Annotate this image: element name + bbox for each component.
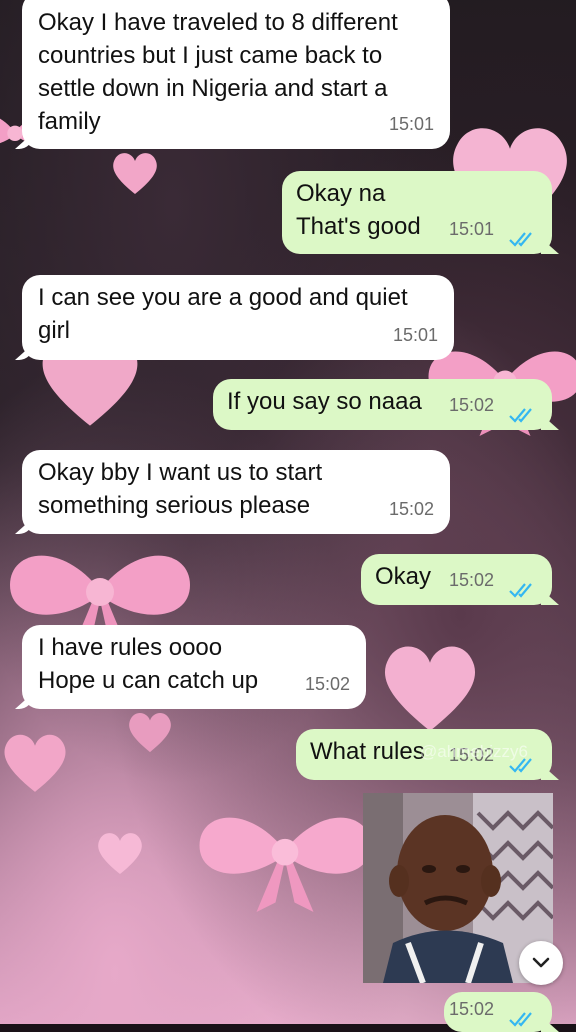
message-time: 15:02 [448,570,494,590]
message-text: Okay bby I want us to start something se… [38,459,323,519]
scroll-to-bottom-button[interactable] [519,941,563,985]
message-text: I can see you are a good and quiet girl [38,284,408,344]
message-time: 15:02 [304,674,350,694]
message-time: 15:01 [448,219,494,239]
heart-decoration [4,734,66,792]
double-check-icon [509,583,532,598]
heart-decoration [113,153,157,194]
message-bubble-outgoing[interactable]: If you say so naaa 15:02 [213,379,552,430]
chevron-down-icon [532,957,550,968]
heart-decoration [129,713,171,753]
heart-decoration [384,646,476,731]
message-time: 15:01 [392,325,438,345]
watermark-text: @ahmebizzy6 [420,742,528,761]
message-text: I have rules oooo Hope u can catch up [38,634,259,694]
message-text: Okay I have traveled to 8 different coun… [38,9,398,135]
message-bubble-incoming[interactable]: I can see you are a good and quiet girl … [22,275,454,360]
message-time: 15:01 [388,114,434,134]
message-bubble-incoming[interactable]: I have rules oooo Hope u can catch up 15… [22,625,366,709]
bow-decoration [199,817,371,912]
message-bubble-outgoing[interactable]: 15:02 [444,992,552,1032]
message-bubble-incoming[interactable]: Okay I have traveled to 8 different coun… [22,0,450,149]
double-check-icon [509,1012,532,1027]
double-check-icon [509,408,532,423]
double-check-icon [509,232,532,247]
message-bubble-outgoing[interactable]: Okay na That's good 15:01 [282,171,552,254]
message-time: 15:02 [388,499,434,519]
message-time: 15:02 [448,395,494,415]
message-bubble-incoming[interactable]: Okay bby I want us to start something se… [22,450,450,534]
message-bubble-outgoing[interactable]: Okay 15:02 [361,554,552,605]
message-text: Okay na That's good [296,180,421,240]
message-time: 15:02 [448,999,494,1019]
heart-decoration [98,833,142,874]
